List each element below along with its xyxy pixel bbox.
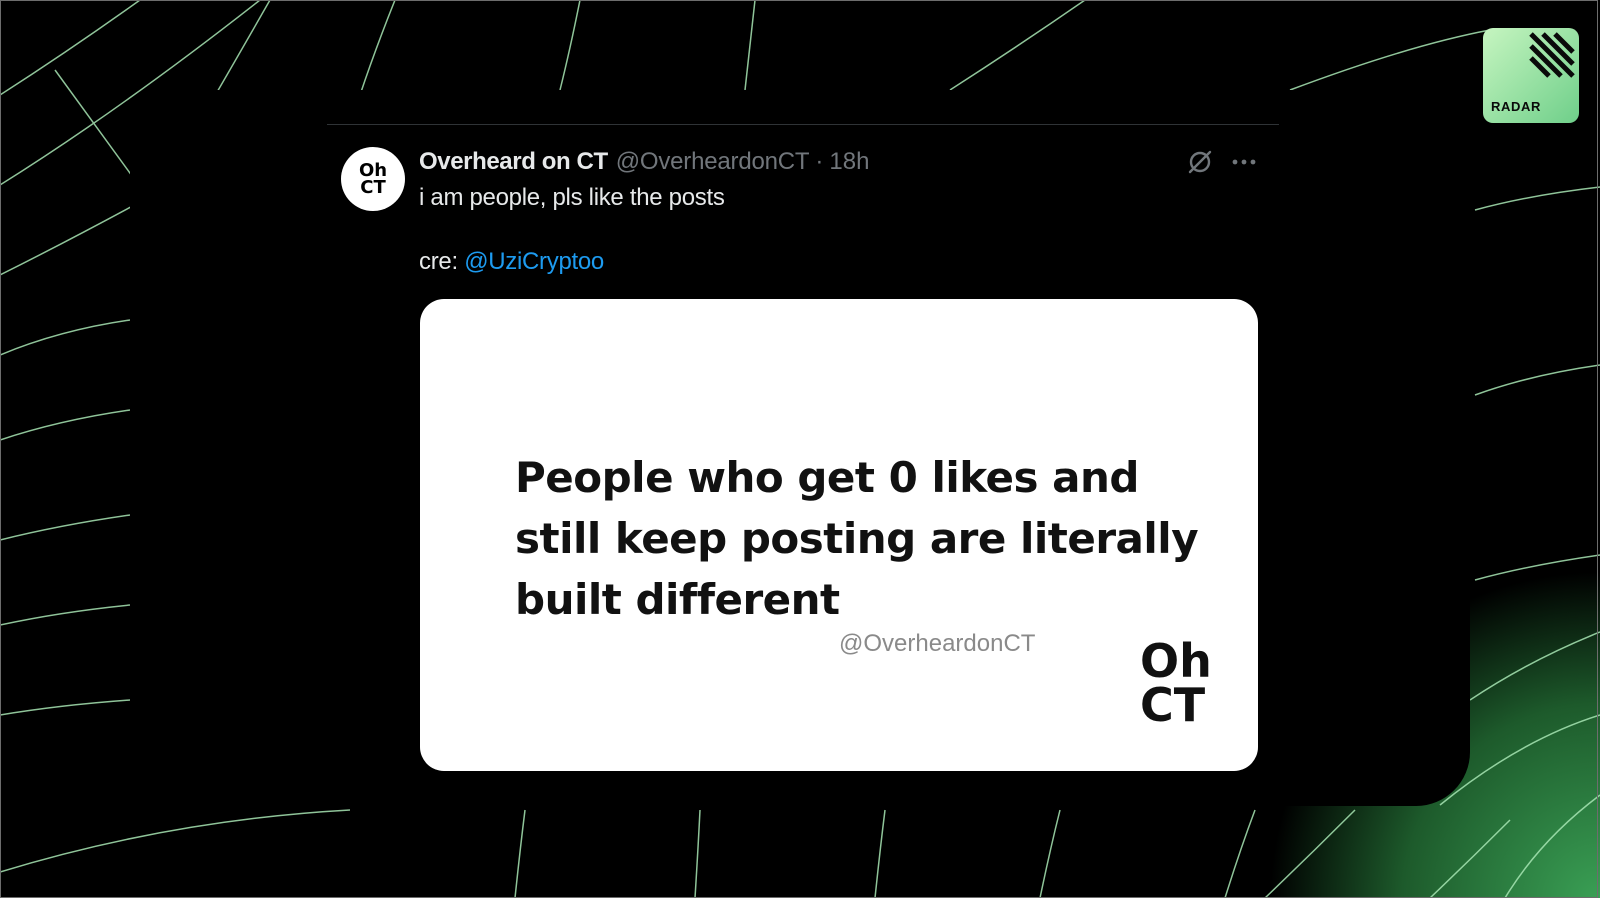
- card-logo: Oh CT: [1140, 634, 1212, 732]
- credit-mention-link[interactable]: @UziCryptoo: [464, 248, 604, 275]
- radar-badge: RADAR: [1483, 28, 1579, 123]
- credit-line: cre: @UziCryptoo: [419, 248, 604, 276]
- more-icon[interactable]: [1230, 152, 1258, 172]
- timestamp[interactable]: 18h: [829, 148, 869, 176]
- handle[interactable]: @OverheardonCT: [616, 148, 810, 176]
- tweet-divider: [327, 124, 1279, 125]
- card-watermark: @OverheardonCT: [839, 630, 1036, 657]
- bottom-strip: [0, 898, 1600, 902]
- radar-label: RADAR: [1491, 99, 1541, 114]
- display-name[interactable]: Overheard on CT: [419, 148, 608, 176]
- grok-icon[interactable]: [1186, 148, 1214, 176]
- avatar[interactable]: Oh CT: [341, 147, 405, 211]
- tweet-text: i am people, pls like the posts: [419, 184, 725, 211]
- credit-prefix: cre:: [419, 248, 458, 275]
- tweet-media-card[interactable]: People who get 0 likes and still keep po…: [420, 299, 1258, 771]
- radar-stripes-icon: [1529, 32, 1575, 78]
- card-quote-text: People who get 0 likes and still keep po…: [515, 453, 1199, 624]
- tweet-header: Overheard on CT @OverheardonCT · 18h: [419, 148, 869, 176]
- separator: ·: [815, 148, 824, 175]
